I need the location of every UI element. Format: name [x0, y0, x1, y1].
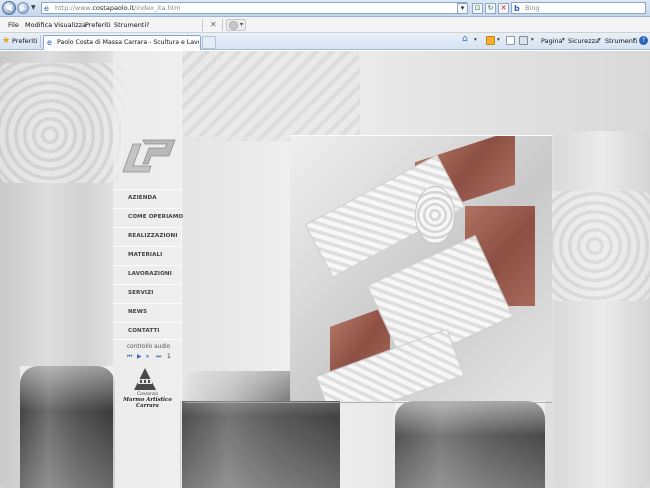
toolbar-separator	[222, 19, 223, 31]
web-page: AZIENDA COME OPERIAMO REALIZZAZIONI MATE…	[0, 51, 650, 488]
menu-strumenti[interactable]: Strumenti	[114, 21, 146, 29]
nav-servizi[interactable]: SERVIZI	[113, 284, 182, 302]
compatibility-icon: ⊡	[474, 4, 481, 12]
carved-rosette	[415, 186, 455, 244]
dark-column-base-right	[395, 401, 545, 488]
consorzio-line-2: Carrara	[136, 403, 159, 409]
url-dropdown-button[interactable]: ▾	[457, 3, 468, 14]
audio-control-label: controllo audio	[127, 344, 171, 350]
company-logo[interactable]	[121, 134, 177, 176]
chevron-down-icon: ▾	[240, 21, 244, 28]
previous-track-icon[interactable]: ⏮	[127, 353, 132, 361]
address-bar: ◀ ▶ ▼ e http://www.costapaolo.it/index_i…	[0, 0, 650, 17]
new-tab-button[interactable]	[202, 36, 216, 49]
close-toolbar-icon[interactable]: ✕	[210, 20, 217, 29]
menu-separator	[202, 19, 203, 31]
menu-modifica[interactable]: Modifica	[25, 21, 52, 29]
compatibility-view-button[interactable]: ⊡	[472, 3, 483, 14]
forward-button[interactable]: ▶	[17, 2, 29, 14]
next-track-icon[interactable]: ⏭	[156, 353, 161, 361]
chevron-down-icon[interactable]: ▾	[531, 37, 534, 43]
help-icon[interactable]: ?	[639, 36, 648, 45]
background-capital-middle	[180, 51, 360, 141]
nav-label: CONTATTI	[128, 328, 160, 334]
nav-label: MATERIALI	[128, 252, 163, 258]
url-text: http://www.costapaolo.it/index_ita.htm	[55, 4, 181, 12]
favorites-separator	[40, 35, 41, 48]
favorites-button[interactable]: Preferiti	[12, 37, 37, 45]
nav-label: REALIZZAZIONI	[128, 233, 178, 239]
search-placeholder: Bing	[525, 4, 540, 12]
nav-label: SERVIZI	[128, 290, 154, 296]
mail-icon[interactable]	[506, 36, 515, 45]
consorzio-logo[interactable]	[133, 367, 157, 391]
nav-contatti[interactable]: CONTATTI	[113, 322, 182, 340]
stop-icon: ✕	[500, 4, 507, 12]
menu-help[interactable]: ?	[146, 21, 149, 29]
home-icon[interactable]: ⌂	[462, 35, 471, 44]
nav-label: LAVORAZIONI	[128, 271, 172, 277]
nav-come-operiamo[interactable]: COME OPERIAMO	[113, 208, 184, 226]
back-button[interactable]: ◀	[2, 1, 16, 15]
url-input[interactable]: e http://www.costapaolo.it/index_ita.htm	[41, 2, 467, 14]
search-input[interactable]: b Bing	[511, 2, 646, 14]
tab-active[interactable]: e Paolo Costa di Massa Carrara - Scultur…	[43, 35, 201, 50]
menu-preferiti[interactable]: Preferiti	[85, 21, 110, 29]
print-icon[interactable]	[519, 36, 528, 45]
addon-button[interactable]: ▾	[226, 19, 246, 31]
audio-track-number: 1	[167, 353, 171, 360]
safety-menu[interactable]: Sicurezza	[568, 37, 599, 45]
marble-sculpture-photo	[290, 136, 552, 401]
stop-button[interactable]: ✕	[498, 3, 509, 14]
refresh-icon: ↻	[487, 4, 494, 12]
chevron-down-icon[interactable]: ▾	[562, 37, 565, 43]
menu-bar: File Modifica Visualizza Preferiti Strum…	[0, 17, 650, 33]
photo-bottom-rule	[185, 402, 552, 403]
tab-bar: ★ Preferiti e Paolo Costa di Massa Carra…	[0, 33, 650, 50]
nav-label: NEWS	[128, 309, 148, 315]
forward-arrow-icon: ▶	[19, 4, 27, 13]
favorites-star-icon[interactable]: ★	[2, 36, 10, 46]
background-capital-left	[0, 63, 125, 183]
menu-visualizza[interactable]: Visualizza	[54, 21, 86, 29]
nav-label: AZIENDA	[128, 195, 157, 201]
background-column-right	[555, 131, 650, 488]
nav-realizzazioni[interactable]: REALIZZAZIONI	[113, 227, 182, 245]
photo-fade	[180, 136, 300, 401]
chevron-down-icon[interactable]: ▾	[633, 37, 636, 43]
page-menu[interactable]: Pagina	[541, 37, 563, 45]
feeds-icon[interactable]	[486, 36, 495, 45]
addon-icon	[229, 21, 238, 30]
nav-label: COME OPERIAMO	[128, 214, 184, 220]
back-arrow-icon: ◀	[5, 3, 13, 12]
chevron-down-icon[interactable]: ▾	[497, 37, 500, 43]
photo-top-rule	[290, 135, 552, 136]
nav-news[interactable]: NEWS	[113, 303, 182, 321]
play-icon[interactable]: ▶	[137, 353, 142, 361]
nav-materiali[interactable]: MATERIALI	[113, 246, 182, 264]
ie-page-icon: e	[47, 38, 52, 47]
consorzio-name: Marmo Artistico Carrara	[113, 397, 182, 409]
dark-column-base-left	[20, 366, 115, 488]
recent-pages-dropdown-icon[interactable]: ▼	[31, 4, 36, 11]
tab-title: Paolo Costa di Massa Carrara - Scultura …	[57, 39, 199, 46]
background-capital-right	[540, 191, 650, 301]
menu-file[interactable]: File	[8, 21, 19, 29]
chevron-down-icon[interactable]: ▾	[598, 37, 601, 43]
chevron-down-icon: ▾	[460, 4, 465, 12]
bing-icon: b	[514, 4, 520, 13]
chevron-down-icon[interactable]: ▾	[474, 37, 477, 43]
ie-page-icon: e	[44, 4, 49, 13]
nav-lavorazioni[interactable]: LAVORAZIONI	[113, 265, 182, 283]
pause-icon[interactable]: ⏸	[146, 353, 149, 361]
refresh-button[interactable]: ↻	[485, 3, 496, 14]
nav-azienda[interactable]: AZIENDA	[113, 189, 182, 207]
